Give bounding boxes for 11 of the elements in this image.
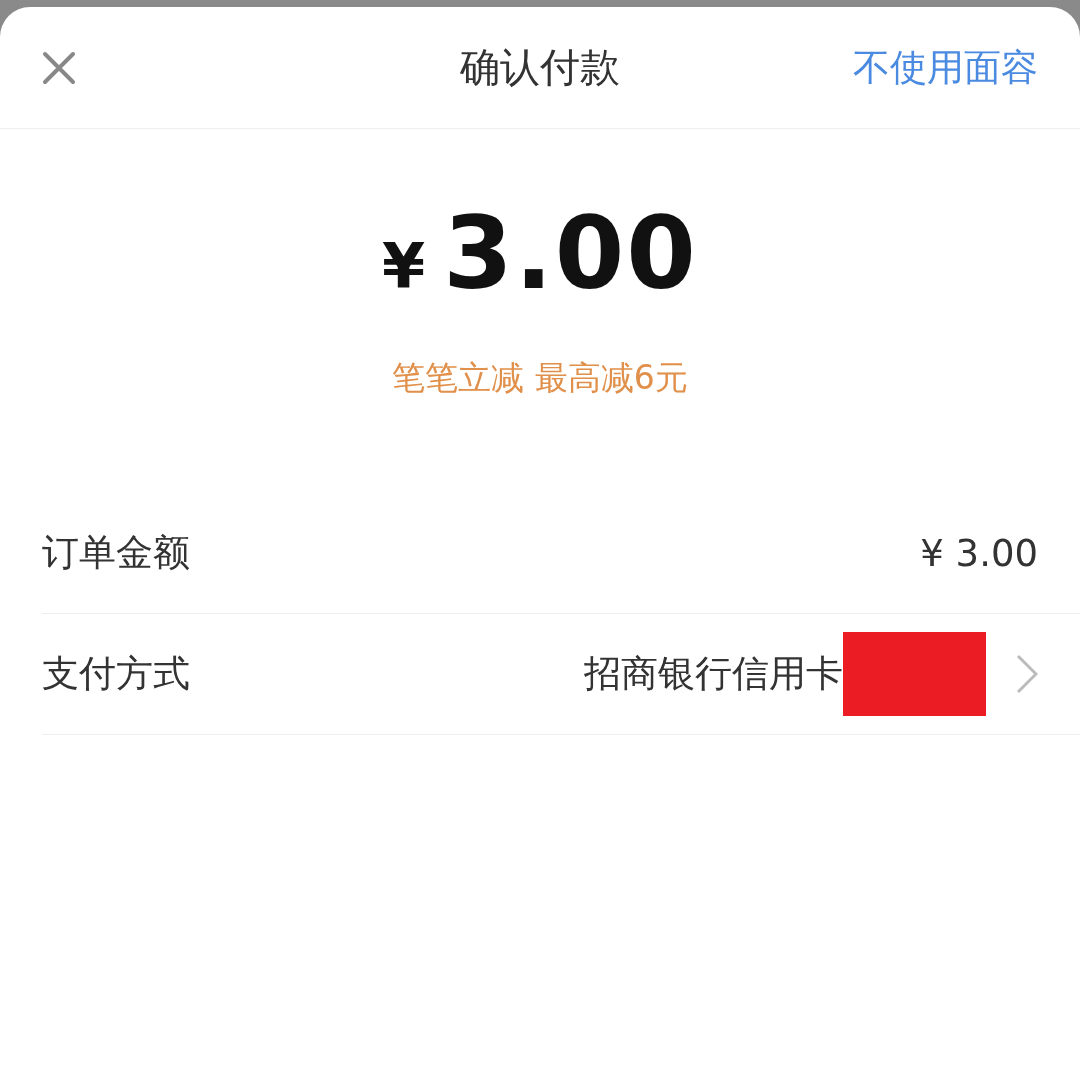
disable-face-id-link[interactable]: 不使用面容 — [853, 42, 1038, 93]
chevron-right-icon[interactable] — [1016, 654, 1038, 694]
payment-amount: 3.00 — [443, 195, 698, 312]
payment-method[interactable]: 招商银行信用卡 — [584, 649, 843, 699]
order-amount: ¥ 3.00 — [920, 531, 1038, 575]
currency-symbol: ¥ — [382, 230, 426, 303]
row-label: 支付方式 — [42, 651, 191, 697]
dialog-title: 确认付款 — [460, 44, 620, 90]
row-label: 订单金额 — [42, 530, 191, 576]
promo-text: 笔笔立减 最高减6元 — [392, 358, 688, 397]
close-icon[interactable] — [42, 50, 76, 85]
